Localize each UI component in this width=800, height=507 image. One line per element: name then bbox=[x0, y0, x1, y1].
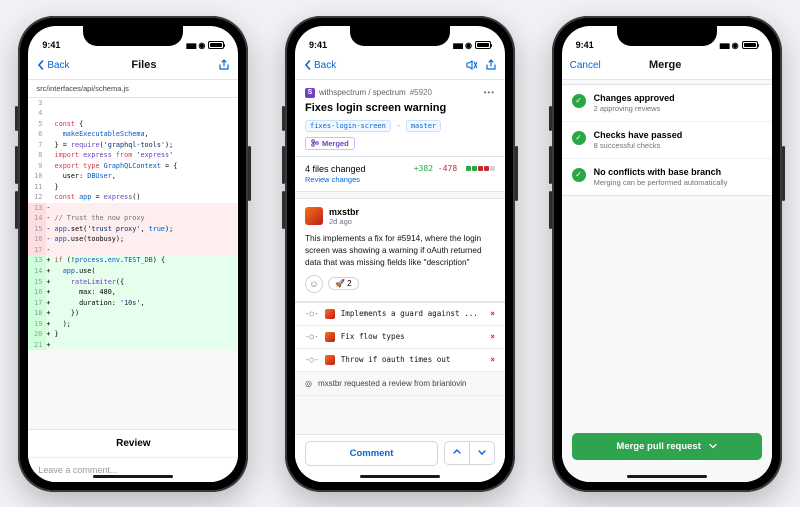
signal-icon bbox=[186, 40, 195, 50]
code-line[interactable]: 18+ }) bbox=[28, 308, 238, 319]
back-button[interactable]: Back bbox=[303, 60, 336, 71]
author-name[interactable]: mxstbr bbox=[329, 207, 359, 217]
commit-icon: -○- bbox=[305, 355, 319, 364]
code-line[interactable]: 15+ rateLimiter({ bbox=[28, 277, 238, 288]
merge-check-row[interactable]: ✓No conflicts with base branchMerging ca… bbox=[562, 158, 772, 195]
timestamp: 2d ago bbox=[329, 217, 359, 226]
avatar bbox=[325, 355, 335, 365]
signal-icon bbox=[453, 40, 462, 50]
branch-from[interactable]: fixes-login-screen bbox=[305, 120, 391, 132]
code-line[interactable]: 14- // Trust the now proxy bbox=[28, 213, 238, 224]
files-changed-label: 4 files changed bbox=[305, 164, 366, 174]
check-icon: ✓ bbox=[572, 94, 586, 108]
status-fail-icon: × bbox=[490, 309, 495, 318]
code-line[interactable]: 7 } = require('graphql-tools'); bbox=[28, 140, 238, 151]
battery-icon bbox=[475, 41, 491, 49]
chevron-left-icon bbox=[36, 60, 46, 70]
review-changes-link[interactable]: Review changes bbox=[305, 175, 366, 184]
code-line[interactable]: 13- bbox=[28, 203, 238, 214]
comment-input[interactable]: Leave a comment... bbox=[28, 457, 238, 482]
signal-icon bbox=[719, 40, 728, 50]
merge-check-row[interactable]: ✓Checks have passed8 successful checks bbox=[562, 121, 772, 158]
commit-row[interactable]: -○-Fix flow types× bbox=[295, 326, 505, 349]
merge-pr-button[interactable]: Merge pull request bbox=[572, 433, 762, 460]
next-button[interactable] bbox=[469, 442, 494, 464]
avatar bbox=[325, 332, 335, 342]
branch-to[interactable]: master bbox=[406, 120, 441, 132]
code-line[interactable]: 5 const { bbox=[28, 119, 238, 130]
code-line[interactable]: 4 bbox=[28, 108, 238, 119]
commit-icon: -○- bbox=[305, 309, 319, 318]
commit-row[interactable]: -○-Throw if oauth times out× bbox=[295, 349, 505, 372]
code-line[interactable]: 6 makeExecutableSchema, bbox=[28, 129, 238, 140]
code-line[interactable]: 17- bbox=[28, 245, 238, 256]
avatar[interactable] bbox=[305, 207, 323, 225]
cancel-button[interactable]: Cancel bbox=[570, 60, 601, 71]
status-fail-icon: × bbox=[490, 332, 495, 341]
wifi-icon bbox=[465, 40, 472, 50]
code-line[interactable]: 13+ if (!process.env.TEST_DB) { bbox=[28, 255, 238, 266]
repo-name[interactable]: withspectrum / spectrum bbox=[319, 88, 406, 97]
arrow-right-icon: → bbox=[395, 122, 402, 129]
battery-icon bbox=[742, 41, 758, 49]
code-line[interactable]: 8 import express from 'express' bbox=[28, 150, 238, 161]
code-line[interactable]: 21+ bbox=[28, 340, 238, 351]
page-title: Files bbox=[74, 59, 215, 71]
share-icon[interactable] bbox=[218, 59, 230, 71]
prev-button[interactable] bbox=[445, 442, 469, 464]
avatar bbox=[325, 309, 335, 319]
wifi-icon bbox=[732, 40, 739, 50]
code-line[interactable]: 15- app.set('trust proxy', true); bbox=[28, 224, 238, 235]
commit-icon: -○- bbox=[305, 332, 319, 341]
files-changed-row[interactable]: 4 files changed Review changes +382 -478 bbox=[295, 157, 505, 192]
code-line[interactable]: 9 export type GraphQLContext = { bbox=[28, 161, 238, 172]
pr-title: Fixes login screen warning bbox=[305, 102, 495, 114]
state-badge: Merged bbox=[305, 137, 355, 150]
code-diff[interactable]: 3 4 5 const {6 makeExecutableSchema,7 } … bbox=[28, 98, 238, 351]
back-button[interactable]: Back bbox=[36, 60, 69, 71]
add-reaction-button[interactable]: ☺ bbox=[305, 275, 323, 293]
more-icon[interactable]: ••• bbox=[484, 88, 495, 97]
merge-icon bbox=[311, 139, 319, 147]
status-time: 9:41 bbox=[576, 40, 594, 50]
review-request: ◎ mxstbr requested a review from brianlo… bbox=[295, 372, 505, 396]
check-icon: ✓ bbox=[572, 131, 586, 145]
merge-check-row[interactable]: ✓Changes approved2 approving reviews bbox=[562, 85, 772, 121]
mute-icon[interactable] bbox=[465, 59, 477, 71]
status-time: 9:41 bbox=[309, 40, 327, 50]
code-line[interactable]: 16- app.use(toobusy); bbox=[28, 234, 238, 245]
code-line[interactable]: 11 } bbox=[28, 182, 238, 193]
review-button[interactable]: Review bbox=[28, 430, 238, 457]
pr-number: #5920 bbox=[410, 88, 432, 97]
share-icon[interactable] bbox=[485, 59, 497, 71]
status-fail-icon: × bbox=[490, 355, 495, 364]
eye-icon: ◎ bbox=[305, 379, 312, 388]
code-line[interactable]: 12 const app = express() bbox=[28, 192, 238, 203]
comment-button[interactable]: Comment bbox=[305, 441, 438, 466]
code-line[interactable]: 14+ app.use( bbox=[28, 266, 238, 277]
chevron-left-icon bbox=[303, 60, 313, 70]
pr-description: This implements a fix for #5914, where t… bbox=[305, 232, 495, 268]
chevron-down-icon bbox=[709, 442, 717, 450]
commit-row[interactable]: -○-Implements a guard against ...× bbox=[295, 303, 505, 326]
page-title: Merge bbox=[605, 59, 726, 71]
code-line[interactable]: 3 bbox=[28, 98, 238, 109]
home-indicator[interactable] bbox=[93, 475, 173, 478]
repo-icon: S bbox=[305, 88, 315, 98]
file-path: src/interfaces/api/schema.js bbox=[28, 80, 238, 98]
battery-icon bbox=[208, 41, 224, 49]
check-icon: ✓ bbox=[572, 168, 586, 182]
diffstat: +382 -478 bbox=[414, 164, 495, 173]
nav-arrows bbox=[444, 441, 495, 465]
home-indicator[interactable] bbox=[627, 475, 707, 478]
reaction-rocket[interactable]: 🚀 2 bbox=[328, 277, 359, 290]
code-line[interactable]: 17+ duration: '10s', bbox=[28, 298, 238, 309]
code-line[interactable]: 20+ } bbox=[28, 329, 238, 340]
code-line[interactable]: 16+ max: 480, bbox=[28, 287, 238, 298]
home-indicator[interactable] bbox=[360, 475, 440, 478]
wifi-icon bbox=[198, 40, 205, 50]
code-line[interactable]: 10 user: DBUser, bbox=[28, 171, 238, 182]
status-time: 9:41 bbox=[42, 40, 60, 50]
code-line[interactable]: 19+ ); bbox=[28, 319, 238, 330]
